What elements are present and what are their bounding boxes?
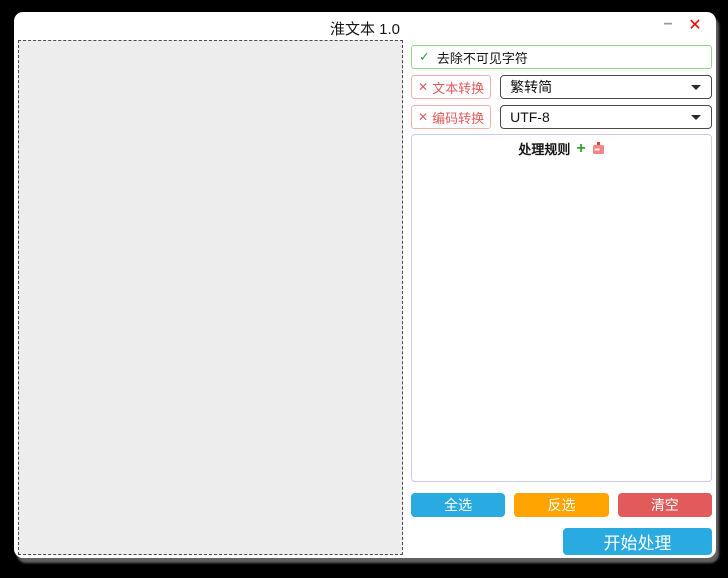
settings-panel: ✓ 去除不可见字符 ✕ 文本转换 繁转简 ✕ 编码转换 UTF-8 <box>411 45 712 555</box>
rules-header: 处理规则 + <box>412 139 711 158</box>
x-icon: ✕ <box>418 110 428 124</box>
encoding-convert-row: ✕ 编码转换 UTF-8 <box>411 105 712 129</box>
check-icon: ✓ <box>419 49 430 65</box>
clear-rules-button[interactable] <box>592 142 605 155</box>
minimize-button[interactable]: − <box>658 15 678 37</box>
start-processing-button[interactable]: 开始处理 <box>563 528 712 555</box>
option-encoding-convert-label: 编码转换 <box>432 108 484 127</box>
encoding-convert-select[interactable]: UTF-8 <box>500 105 712 129</box>
rules-list[interactable]: 处理规则 + <box>411 134 712 482</box>
option-remove-invisible[interactable]: ✓ 去除不可见字符 <box>411 45 712 69</box>
rules-title: 处理规则 <box>518 139 570 158</box>
encoding-convert-selected-value: UTF-8 <box>510 109 550 125</box>
selection-actions: 全选 反选 清空 <box>411 493 712 517</box>
close-button[interactable]: ✕ <box>684 15 706 37</box>
text-convert-row: ✕ 文本转换 繁转简 <box>411 75 712 99</box>
add-rule-button[interactable]: + <box>576 142 585 155</box>
option-encoding-convert[interactable]: ✕ 编码转换 <box>411 105 491 129</box>
brush-icon <box>592 142 605 155</box>
chevron-down-icon <box>691 115 701 120</box>
file-drop-area[interactable] <box>18 40 403 555</box>
clear-selection-button[interactable]: 清空 <box>618 493 712 517</box>
select-all-button[interactable]: 全选 <box>411 493 505 517</box>
window-title: 淮文本 1.0 <box>14 18 716 39</box>
start-row: 开始处理 <box>411 528 712 555</box>
app-window: 淮文本 1.0 − ✕ ✓ 去除不可见字符 ✕ 文本转换 繁转简 ✕ 编码转换 <box>14 12 716 558</box>
titlebar: 淮文本 1.0 − ✕ <box>14 12 716 40</box>
chevron-down-icon <box>691 85 701 90</box>
text-convert-selected-value: 繁转简 <box>510 77 552 97</box>
option-text-convert[interactable]: ✕ 文本转换 <box>411 75 491 99</box>
x-icon: ✕ <box>418 80 428 94</box>
option-text-convert-label: 文本转换 <box>432 78 484 97</box>
text-convert-select[interactable]: 繁转简 <box>500 75 712 99</box>
option-remove-invisible-label: 去除不可见字符 <box>437 48 528 67</box>
invert-selection-button[interactable]: 反选 <box>514 493 608 517</box>
